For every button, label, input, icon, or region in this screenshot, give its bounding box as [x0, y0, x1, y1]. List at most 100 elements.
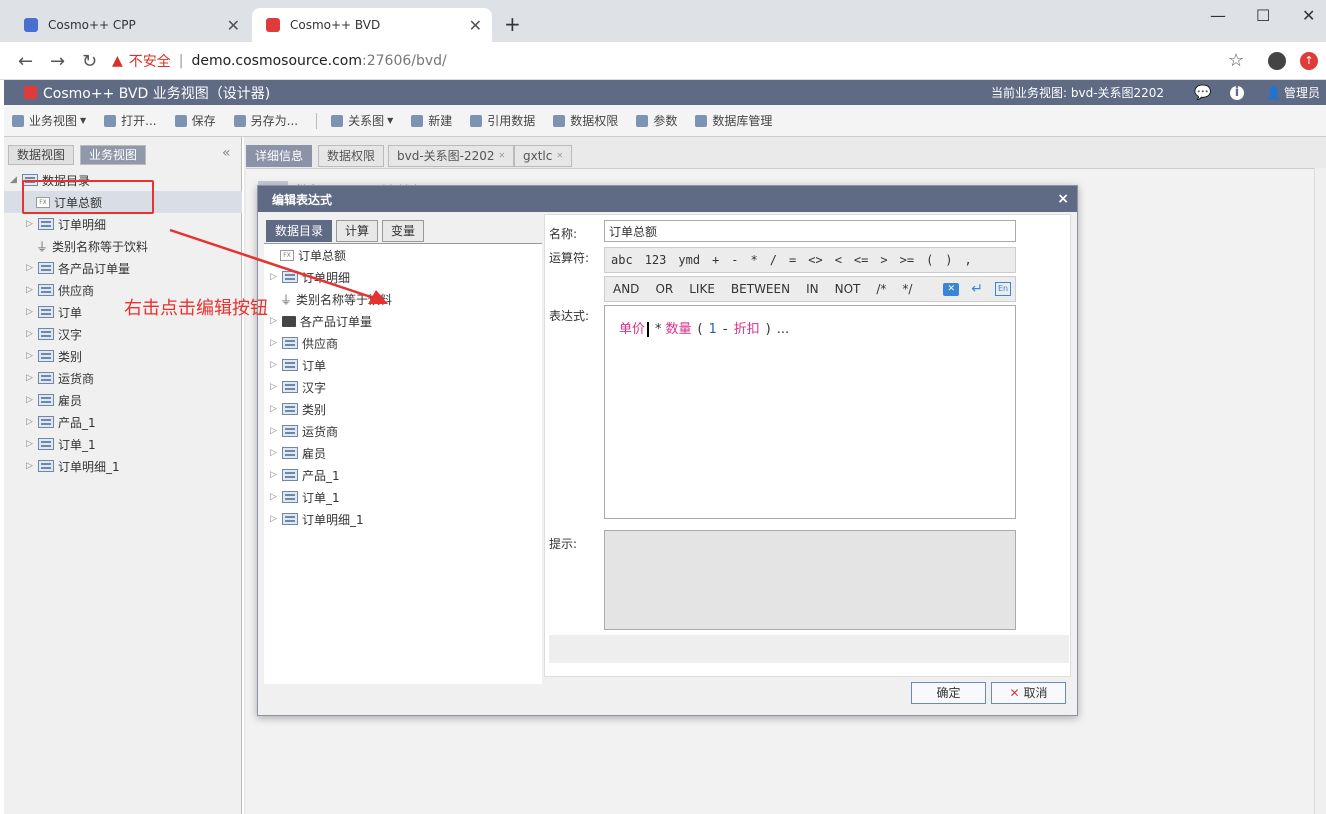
- enter-icon[interactable]: ↵: [971, 281, 983, 297]
- relation-diagram-menu[interactable]: 关系图 ▼: [331, 112, 393, 129]
- tab-business-view[interactable]: 业务视图: [80, 145, 147, 165]
- forward-icon[interactable]: →: [50, 51, 65, 72]
- browser-tab-bvd[interactable]: Cosmo++ BVD ✕: [252, 8, 492, 42]
- collapsed-arrow-icon[interactable]: ▷: [26, 329, 36, 339]
- collapsed-arrow-icon[interactable]: ▷: [270, 492, 280, 502]
- tree-item[interactable]: ▷ 运货商: [4, 367, 242, 389]
- expression-editor[interactable]: 单价 * 数量 (1- 折扣)...: [604, 305, 1016, 519]
- kw-comment-close[interactable]: */: [902, 282, 912, 296]
- info-icon[interactable]: i: [1230, 85, 1244, 100]
- tab-relation-diagram[interactable]: bvd-关系图-2202 ✕: [388, 145, 515, 167]
- tab-gxtlc[interactable]: gxtlc ✕: [514, 145, 573, 167]
- collapsed-arrow-icon[interactable]: ▷: [270, 426, 280, 436]
- collapsed-arrow-icon[interactable]: ▷: [26, 461, 36, 471]
- tree-item[interactable]: ▷ 订单: [264, 354, 542, 376]
- op-multiply[interactable]: *: [751, 253, 758, 267]
- tree-item[interactable]: ▷ 订单明细_1: [264, 508, 542, 530]
- data-permission-button[interactable]: 数据权限: [553, 112, 618, 129]
- collapsed-arrow-icon[interactable]: ▷: [270, 360, 280, 370]
- tree-item[interactable]: ▷ 供应商: [264, 332, 542, 354]
- op-minus[interactable]: -: [731, 253, 738, 267]
- collapsed-arrow-icon[interactable]: ▷: [270, 470, 280, 480]
- close-tab-icon[interactable]: ✕: [556, 151, 563, 160]
- new-button[interactable]: 新建: [411, 112, 452, 129]
- collapsed-arrow-icon[interactable]: ▷: [270, 316, 280, 326]
- op-right-paren[interactable]: ): [945, 253, 952, 267]
- english-input-icon[interactable]: En: [995, 282, 1011, 296]
- maximize-icon[interactable]: ☐: [1256, 6, 1270, 25]
- tree-item[interactable]: ▷ 订单明细_1: [4, 455, 242, 477]
- kw-comment-open[interactable]: /*: [876, 282, 886, 296]
- browser-tab-cpp[interactable]: Cosmo++ CPP ✕: [10, 8, 250, 42]
- collapsed-arrow-icon[interactable]: ▷: [270, 338, 280, 348]
- name-field[interactable]: 订单总额: [604, 220, 1016, 242]
- reload-icon[interactable]: ↻: [82, 51, 97, 72]
- collapsed-arrow-icon[interactable]: ▷: [270, 514, 280, 524]
- backspace-icon[interactable]: ✕: [943, 282, 960, 296]
- cancel-button[interactable]: ✕ 取消: [991, 682, 1066, 704]
- kw-or[interactable]: OR: [655, 282, 673, 296]
- close-tab-icon[interactable]: ✕: [469, 16, 482, 35]
- collapsed-arrow-icon[interactable]: ▷: [270, 404, 280, 414]
- tree-item[interactable]: ▷ 类别: [264, 398, 542, 420]
- collapsed-arrow-icon[interactable]: ▷: [270, 448, 280, 458]
- kw-between[interactable]: BETWEEN: [731, 282, 790, 296]
- bookmark-star-icon[interactable]: ☆: [1228, 50, 1244, 71]
- op-not-equal[interactable]: <>: [808, 253, 822, 267]
- op-equal[interactable]: =: [789, 253, 796, 267]
- tree-item[interactable]: ▷ 订单_1: [264, 486, 542, 508]
- minimize-icon[interactable]: —: [1210, 6, 1226, 25]
- op-less-equal[interactable]: <=: [854, 253, 868, 267]
- tree-item[interactable]: ▷ 产品_1: [264, 464, 542, 486]
- tree-item[interactable]: ▷ 雇员: [264, 442, 542, 464]
- kw-like[interactable]: LIKE: [689, 282, 715, 296]
- open-button[interactable]: 打开...: [104, 112, 157, 129]
- tree-item[interactable]: ▷ 产品_1: [4, 411, 242, 433]
- confirm-button[interactable]: 确定: [911, 682, 986, 704]
- collapsed-arrow-icon[interactable]: ▷: [26, 307, 36, 317]
- tree-item[interactable]: ▷ 汉字: [4, 323, 242, 345]
- op-abc[interactable]: abc: [611, 253, 633, 267]
- tree-item[interactable]: ▷ 订单_1: [4, 433, 242, 455]
- collapse-panel-icon[interactable]: «: [222, 145, 231, 161]
- back-icon[interactable]: ←: [18, 51, 33, 72]
- tree-item[interactable]: ▷ 运货商: [264, 420, 542, 442]
- op-greater-equal[interactable]: >=: [900, 253, 914, 267]
- save-button[interactable]: 保存: [174, 112, 216, 129]
- expanded-arrow-icon[interactable]: ◢: [10, 175, 20, 185]
- tree-item[interactable]: ▷ 汉字: [264, 376, 542, 398]
- tab-details[interactable]: 详细信息: [246, 145, 313, 167]
- reference-data-button[interactable]: 引用数据: [470, 112, 535, 129]
- collapsed-arrow-icon[interactable]: ▷: [26, 417, 36, 427]
- user-icon[interactable]: 👤: [1266, 86, 1281, 100]
- tab-data-permission[interactable]: 数据权限: [318, 145, 385, 167]
- url-field[interactable]: ▲ 不安全 | demo.cosmosource.com :27606/bvd/: [112, 47, 1262, 75]
- kw-and[interactable]: AND: [613, 282, 639, 296]
- op-123[interactable]: 123: [645, 253, 667, 267]
- dialog-close-icon[interactable]: ×: [1057, 191, 1069, 207]
- tree-item[interactable]: ▷ 类别: [4, 345, 242, 367]
- business-view-menu[interactable]: 业务视图 ▼: [12, 112, 86, 129]
- tree-item[interactable]: ▷ 雇员: [4, 389, 242, 411]
- op-less[interactable]: <: [835, 253, 842, 267]
- kw-not[interactable]: NOT: [835, 282, 861, 296]
- collapsed-arrow-icon[interactable]: ▷: [26, 285, 36, 295]
- op-plus[interactable]: +: [712, 253, 719, 267]
- profile-icon[interactable]: [1268, 52, 1286, 70]
- collapsed-arrow-icon[interactable]: ▷: [270, 382, 280, 392]
- collapsed-arrow-icon[interactable]: ▷: [26, 263, 36, 273]
- op-comma[interactable]: ,: [965, 253, 972, 267]
- tree-item[interactable]: ▷ 各产品订单量: [264, 310, 542, 332]
- close-tab-icon[interactable]: ✕: [227, 16, 240, 35]
- parameters-button[interactable]: 参数: [636, 112, 677, 129]
- collapsed-arrow-icon[interactable]: ▷: [26, 351, 36, 361]
- collapsed-arrow-icon[interactable]: ▷: [26, 219, 36, 229]
- main-scrollbar[interactable]: [1314, 168, 1326, 814]
- database-management-button[interactable]: 数据库管理: [695, 112, 772, 129]
- update-icon[interactable]: ↑: [1300, 52, 1318, 70]
- user-name[interactable]: 管理员: [1284, 84, 1320, 101]
- chat-icon[interactable]: 💬: [1194, 85, 1211, 101]
- save-as-button[interactable]: 另存为...: [233, 112, 298, 129]
- op-left-paren[interactable]: (: [926, 253, 933, 267]
- collapsed-arrow-icon[interactable]: ▷: [26, 439, 36, 449]
